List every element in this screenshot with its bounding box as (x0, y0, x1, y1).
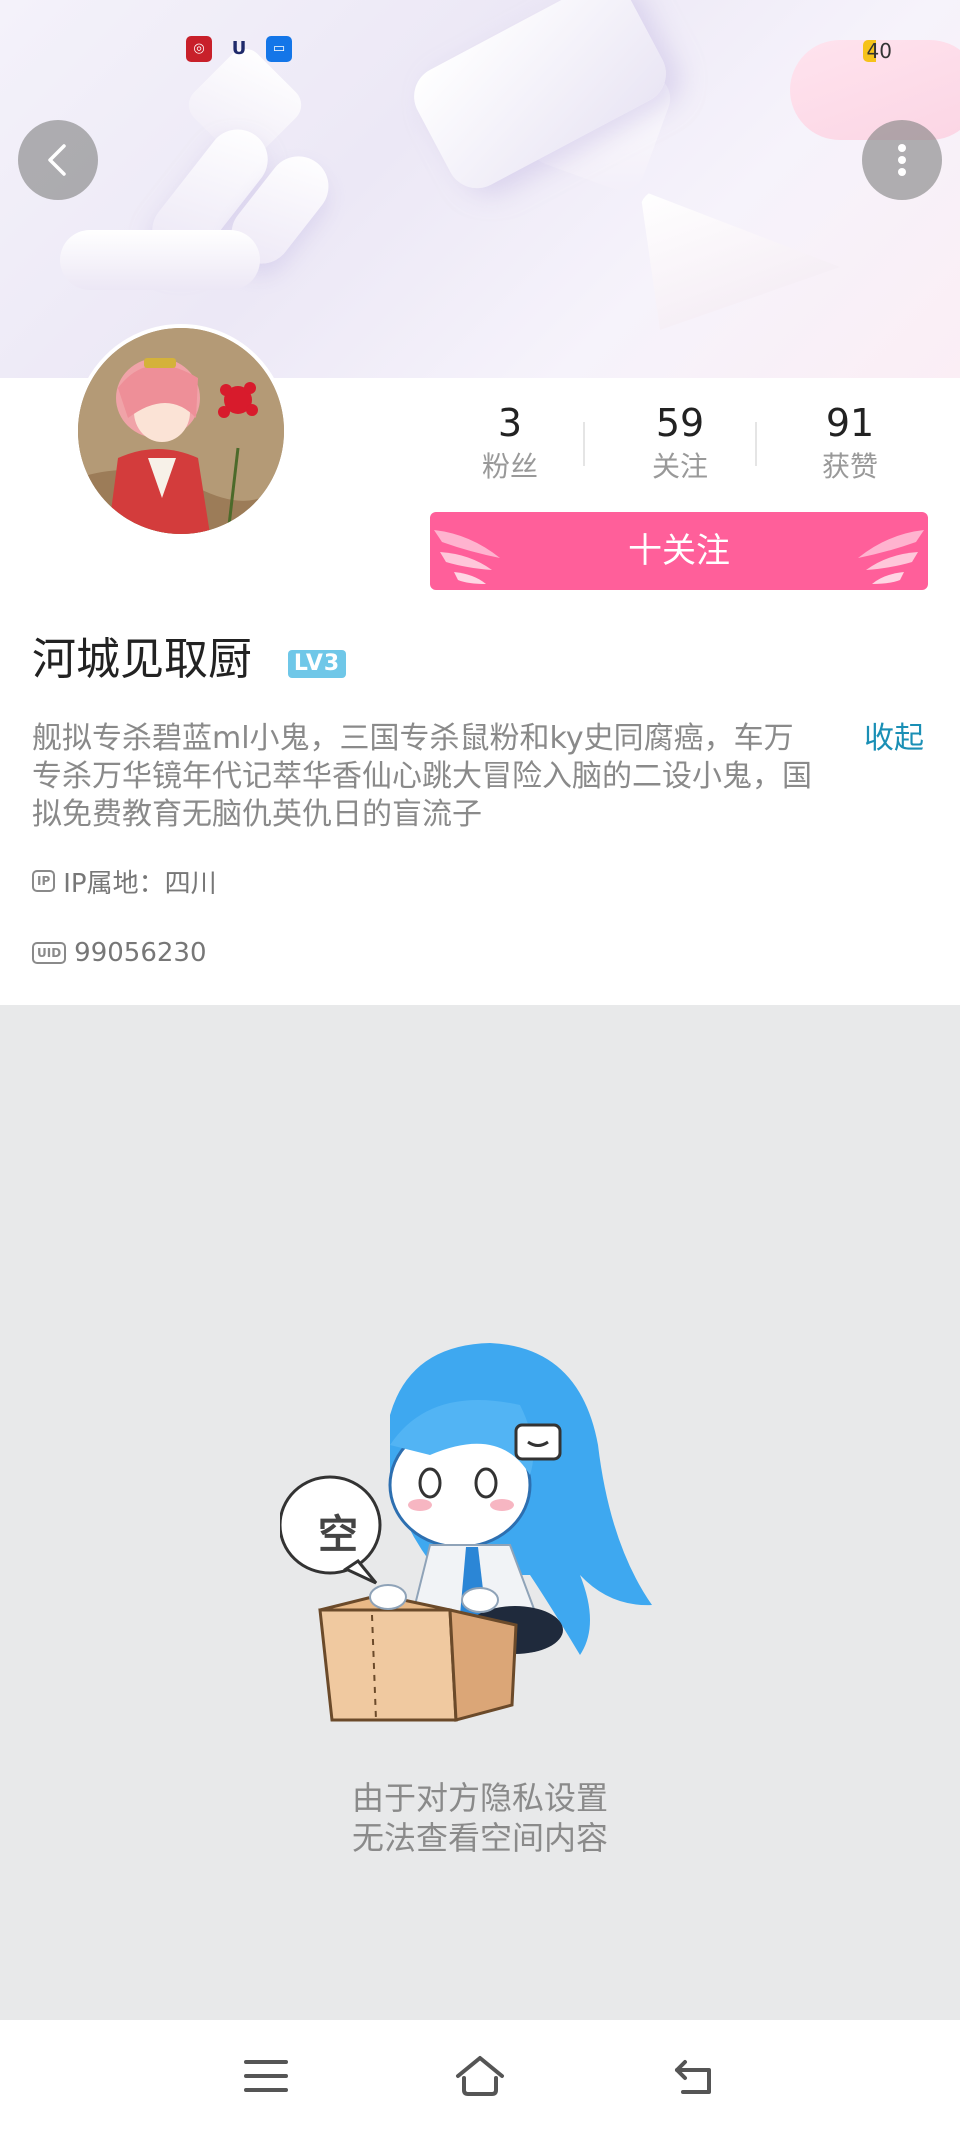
following-label: 关注 (651, 450, 708, 483)
more-vertical-icon (898, 144, 906, 176)
menu-button[interactable] (236, 2046, 296, 2106)
username: 河城见取厨 (32, 634, 252, 685)
uid-tag-icon: UID (32, 942, 67, 964)
bilibili-tv-app-icon: ▭ (266, 36, 292, 62)
menu-icon (244, 2060, 288, 2092)
u-app-icon: U (231, 38, 247, 59)
profile-banner: ◎ U ▭ 40 (0, 0, 960, 378)
collapse-bio-link[interactable]: 收起 (864, 720, 924, 758)
stat-divider (583, 422, 585, 466)
back-nav-button[interactable] (664, 2046, 724, 2106)
ip-tag-icon: IP (32, 870, 56, 892)
banner-shape (640, 190, 840, 330)
bank-app-icon: ◎ (186, 36, 212, 62)
ip-location: IP IP属地：四川 (32, 864, 217, 899)
following-stat[interactable]: 59 关注 (600, 400, 760, 486)
uid-row[interactable]: UID 99056230 (32, 936, 207, 970)
fans-stat[interactable]: 3 粉丝 (430, 400, 590, 486)
battery-level: 40 (862, 40, 896, 62)
likes-label: 获赞 (821, 450, 878, 483)
back-icon (675, 2060, 711, 2094)
likes-count: 91 (825, 401, 875, 445)
empty-bubble-text: 空 (318, 1512, 358, 1558)
profile-stats: 3 粉丝 59 关注 91 获赞 (430, 400, 930, 490)
follow-button[interactable]: 十关注 (430, 512, 928, 590)
level-badge: LV3 (288, 650, 346, 678)
fans-label: 粉丝 (481, 450, 538, 483)
wing-right-icon (858, 530, 924, 584)
system-nav-bar (0, 2020, 960, 2133)
avatar-image (78, 328, 284, 534)
bio-text: 舰拟专杀碧蓝ml小鬼，三国专杀鼠粉和ky史同腐癌，车万专杀万华镜年代记萃华香仙心… (32, 721, 812, 832)
wing-left-icon (434, 530, 500, 584)
fans-count: 3 (497, 401, 523, 445)
following-count: 59 (655, 401, 705, 445)
follow-label: 十关注 (628, 531, 730, 571)
banner-shape (60, 230, 260, 290)
home-button[interactable] (450, 2046, 510, 2106)
home-icon (456, 2056, 504, 2096)
likes-stat[interactable]: 91 获赞 (770, 400, 930, 486)
more-button[interactable] (862, 120, 942, 200)
chevron-left-icon (48, 144, 66, 176)
empty-text-line1: 由于对方隐私设置 (351, 1779, 608, 1817)
empty-text-line2: 无法查看空间内容 (351, 1819, 608, 1857)
status-bar: ◎ U ▭ 40 (0, 36, 960, 72)
ip-location-text: IP属地：四川 (63, 868, 217, 899)
empty-space-section: 由于对方隐私设置 无法查看空间内容 空 (0, 1005, 960, 2020)
avatar[interactable] (74, 324, 288, 538)
back-button[interactable] (18, 120, 98, 200)
uid-text: 99056230 (74, 938, 207, 968)
stat-divider (755, 422, 757, 466)
